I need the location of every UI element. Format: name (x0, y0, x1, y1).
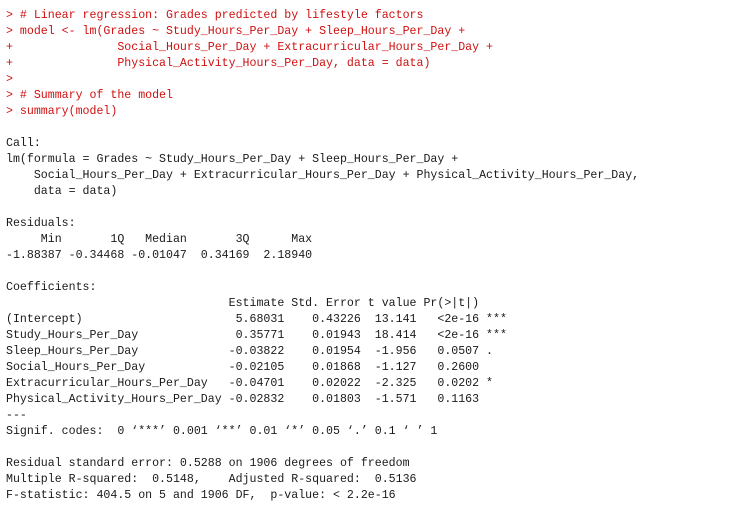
console-output-line: Extracurricular_Hours_Per_Day -0.04701 0… (6, 377, 507, 390)
console-output-line: Physical_Activity_Hours_Per_Day -0.02832… (6, 393, 507, 406)
console-output-line: Multiple R-squared: 0.5148, Adjusted R-s… (6, 473, 424, 486)
console-input-line: > summary(model) (6, 105, 118, 118)
console-output-line: Min 1Q Median 3Q Max (6, 233, 313, 246)
console-output-line: Signif. codes: 0 ‘***’ 0.001 ‘**’ 0.01 ‘… (6, 425, 438, 438)
console-output-line: Call: (6, 137, 41, 150)
console-input-line: + Physical_Activity_Hours_Per_Day, data … (6, 57, 431, 70)
console-output-line: data = data) (6, 185, 118, 198)
console-output-line: Residuals: (6, 217, 76, 230)
console-input-line: > (6, 73, 13, 86)
console-output-line: Study_Hours_Per_Day 0.35771 0.01943 18.4… (6, 329, 507, 342)
r-console-output[interactable]: > # Linear regression: Grades predicted … (6, 8, 736, 504)
console-input-line: > model <- lm(Grades ~ Study_Hours_Per_D… (6, 25, 466, 38)
console-output-line: -1.88387 -0.34468 -0.01047 0.34169 2.189… (6, 249, 313, 262)
console-output-line: Social_Hours_Per_Day + Extracurricular_H… (6, 169, 640, 182)
console-output-line: Estimate Std. Error t value Pr(>|t|) (6, 297, 507, 310)
console-output-line: F-statistic: 404.5 on 5 and 1906 DF, p-v… (6, 489, 396, 502)
console-output-line: Coefficients: (6, 281, 97, 294)
console-output-line: Residual standard error: 0.5288 on 1906 … (6, 457, 410, 470)
console-output-line: Sleep_Hours_Per_Day -0.03822 0.01954 -1.… (6, 345, 507, 358)
console-output-line: (Intercept) 5.68031 0.43226 13.141 <2e-1… (6, 313, 507, 326)
console-output-line: Social_Hours_Per_Day -0.02105 0.01868 -1… (6, 361, 507, 374)
console-input-line: + Social_Hours_Per_Day + Extracurricular… (6, 41, 494, 54)
console-output-line: lm(formula = Grades ~ Study_Hours_Per_Da… (6, 153, 459, 166)
console-input-line: > # Linear regression: Grades predicted … (6, 9, 424, 22)
console-output-line: --- (6, 409, 27, 422)
console-input-line: > # Summary of the model (6, 89, 173, 102)
